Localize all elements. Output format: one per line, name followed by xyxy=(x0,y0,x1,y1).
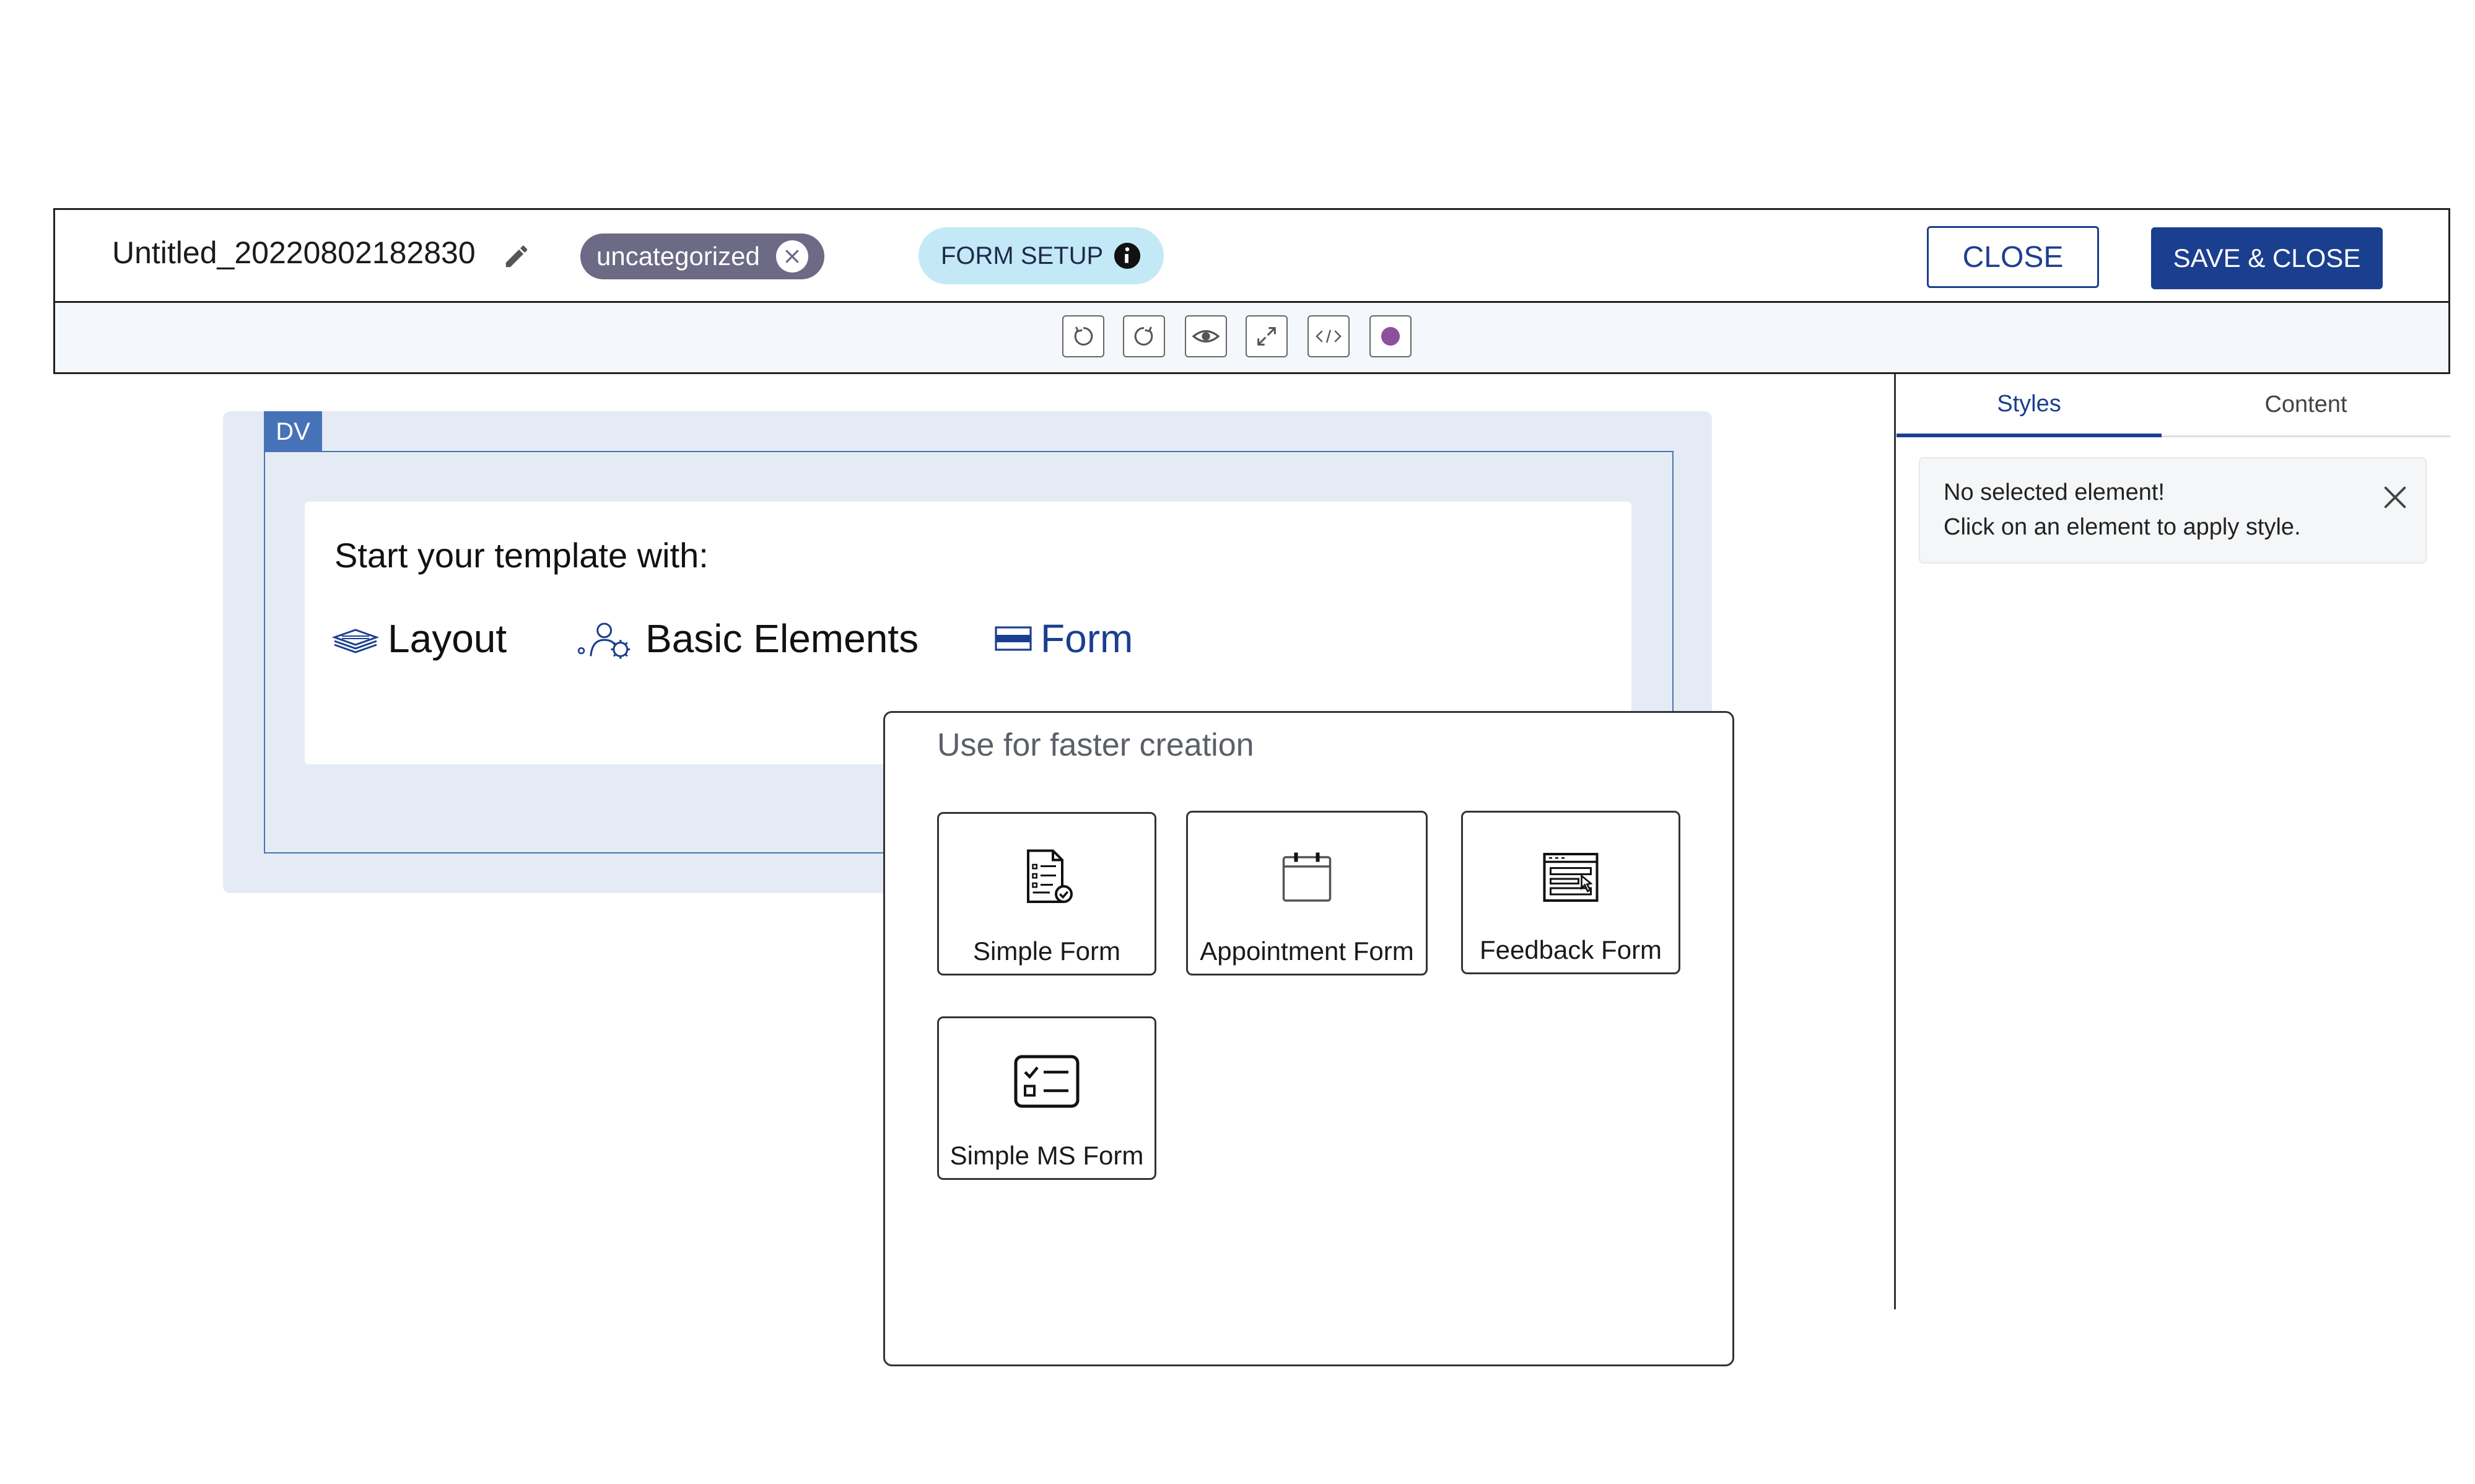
code-icon xyxy=(1316,330,1342,343)
undo-button[interactable] xyxy=(1062,315,1104,357)
simple-form-label: Simple Form xyxy=(972,936,1121,966)
tab-content[interactable]: Content xyxy=(2162,374,2450,437)
simple-form-card[interactable]: Simple Form xyxy=(937,812,1156,976)
layers-icon xyxy=(332,629,379,653)
calendar-icon xyxy=(1282,852,1332,902)
category-chip: uncategorized xyxy=(580,234,824,279)
pencil-icon[interactable] xyxy=(502,242,531,271)
feedback-form-label: Feedback Form xyxy=(1479,935,1662,964)
notice-line-1: No selected element! xyxy=(1944,479,2165,505)
eye-icon xyxy=(1192,330,1220,343)
info-icon xyxy=(1114,242,1141,269)
appointment-form-card[interactable]: Appointment Form xyxy=(1186,811,1428,976)
close-button[interactable]: CLOSE xyxy=(1927,226,2099,288)
no-selection-notice: No selected element! Click on an element… xyxy=(1919,457,2427,564)
block-label: DV xyxy=(264,411,322,452)
close-icon[interactable] xyxy=(2381,483,2409,512)
editor-header: Untitled_20220802182830 uncategorized FO… xyxy=(53,208,2450,301)
template-title: Untitled_20220802182830 xyxy=(112,235,476,270)
preview-button[interactable] xyxy=(1185,315,1227,357)
redo-icon xyxy=(1134,326,1153,346)
form-setup-button[interactable]: FORM SETUP xyxy=(919,227,1164,284)
start-with-layout[interactable]: Layout xyxy=(332,616,507,661)
feedback-form-card[interactable]: Feedback Form xyxy=(1461,811,1680,974)
start-with-form[interactable]: Form xyxy=(995,616,1133,661)
undo-icon xyxy=(1074,326,1093,346)
feedback-form-icon xyxy=(1543,853,1599,902)
tab-styles[interactable]: Styles xyxy=(1897,374,2162,437)
layout-label: Layout xyxy=(388,616,507,661)
color-swatch-icon xyxy=(1381,327,1400,346)
save-and-close-button[interactable]: SAVE & CLOSE xyxy=(2151,227,2383,289)
fullscreen-button[interactable] xyxy=(1246,315,1288,357)
notice-line-2: Click on an element to apply style. xyxy=(1944,514,2301,540)
checklist-icon xyxy=(1014,1055,1080,1108)
form-templates-popup: Use for faster creation Simple Form Appo… xyxy=(883,711,1734,1366)
remove-category-icon[interactable] xyxy=(775,240,808,273)
appointment-form-label: Appointment Form xyxy=(1200,936,1414,966)
basic-elements-label: Basic Elements xyxy=(645,616,919,661)
simple-ms-form-card[interactable]: Simple MS Form xyxy=(937,1016,1156,1180)
panel-divider xyxy=(1894,374,1896,1309)
code-view-button[interactable] xyxy=(1307,315,1350,357)
start-template-heading: Start your template with: xyxy=(334,536,709,575)
checklist-document-icon xyxy=(1027,849,1073,903)
color-picker-button[interactable] xyxy=(1369,315,1412,357)
form-field-icon xyxy=(995,626,1032,651)
form-label: Form xyxy=(1041,616,1133,661)
redo-button[interactable] xyxy=(1123,315,1165,357)
category-label: uncategorized xyxy=(596,242,760,271)
fullscreen-icon xyxy=(1257,327,1276,346)
popup-title: Use for faster creation xyxy=(937,727,1254,763)
user-gear-icon xyxy=(577,622,631,659)
form-setup-label: FORM SETUP xyxy=(941,242,1104,269)
start-with-basic-elements[interactable]: Basic Elements xyxy=(577,616,919,661)
simple-ms-form-label: Simple MS Form xyxy=(949,1141,1144,1170)
editor-toolbar xyxy=(53,301,2450,374)
